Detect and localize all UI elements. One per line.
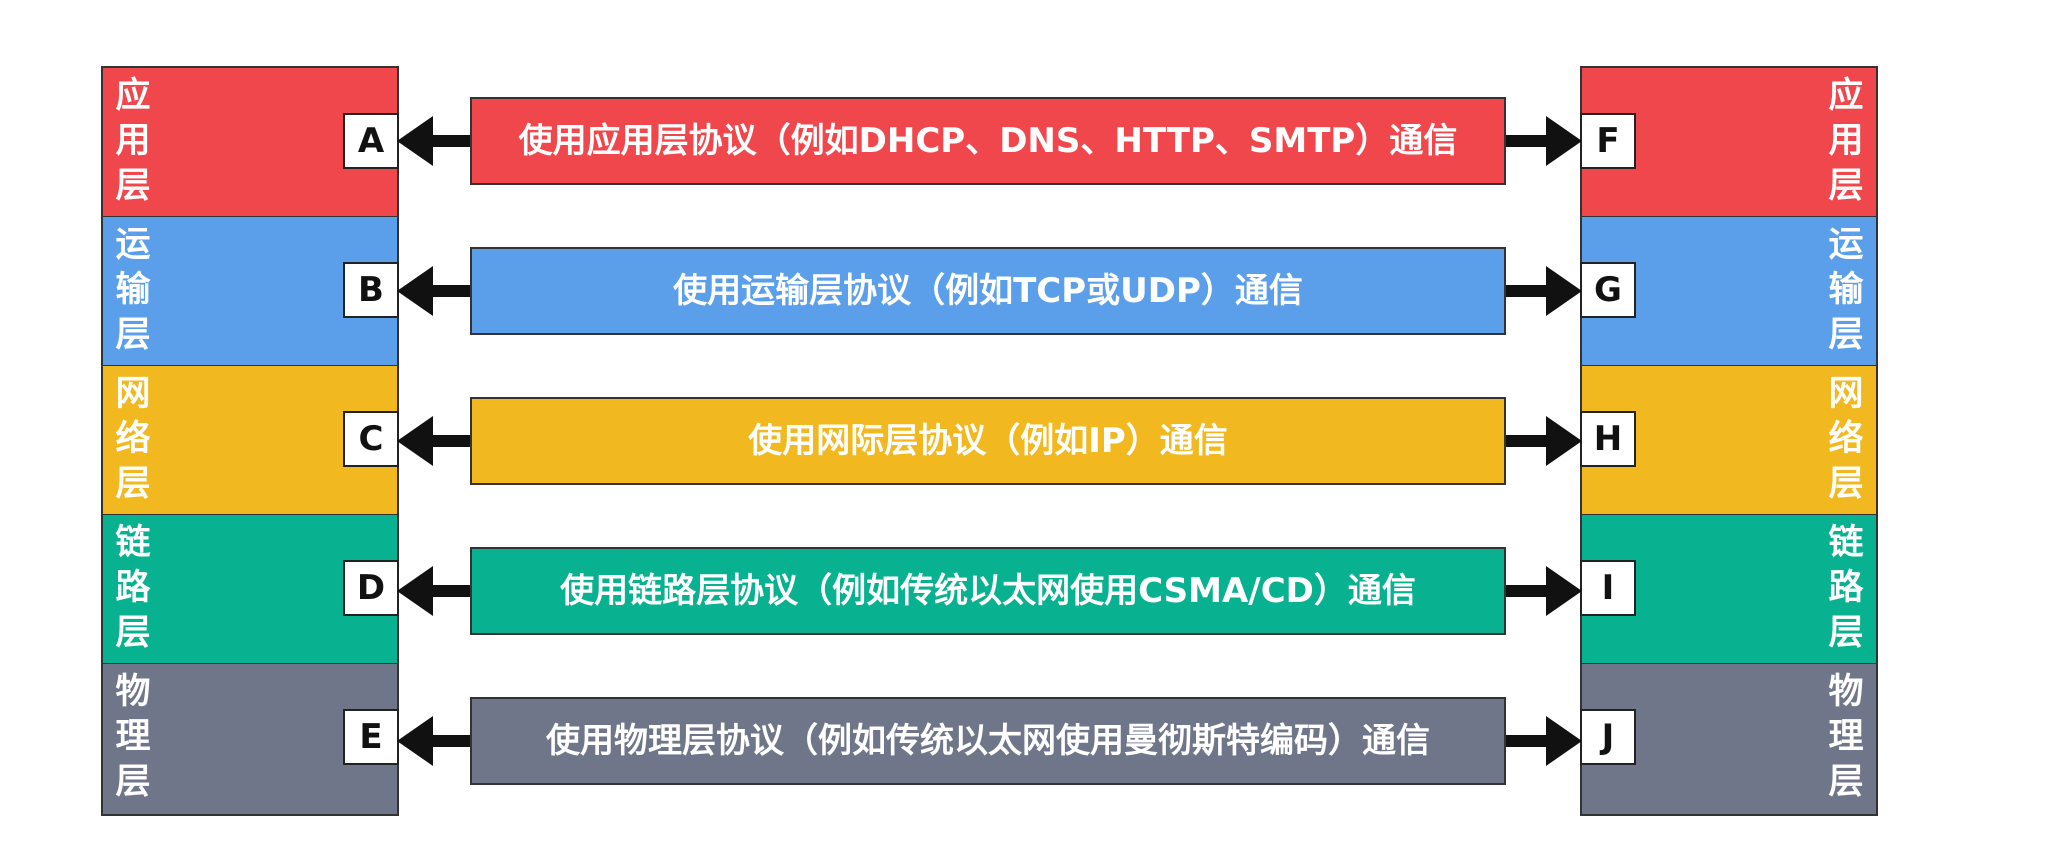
arrow-right-icon [1506, 566, 1582, 616]
right-layer-name: 应用层 [1828, 76, 1864, 206]
right-link-layer: 链路层 I [1580, 515, 1876, 664]
arrow-left-icon [397, 116, 470, 166]
right-layer-stack: 应用层 F 运输层 G 网络层 H 链路层 I 物理层 J [1580, 66, 1878, 816]
arrow-left-icon [397, 416, 470, 466]
left-layer-name: 网络层 [115, 374, 151, 504]
letter-box-f: F [1580, 113, 1636, 169]
right-layer-name: 物理层 [1828, 672, 1864, 802]
right-physical-layer: 物理层 J [1580, 664, 1876, 814]
letter-box-e: E [343, 709, 399, 765]
letter-box-d: D [343, 560, 399, 616]
left-layer-name: 链路层 [115, 523, 151, 653]
left-physical-layer: 物理层 E [103, 664, 399, 814]
left-layer-name: 物理层 [115, 672, 151, 802]
link-protocol-bar: 使用链路层协议（例如传统以太网使用CSMA/CD）通信 [470, 547, 1506, 635]
left-application-layer: 应用层 A [103, 68, 399, 217]
left-transport-layer: 运输层 B [103, 217, 399, 366]
arrow-left-icon [397, 566, 470, 616]
left-link-layer: 链路层 D [103, 515, 399, 664]
right-network-layer: 网络层 H [1580, 366, 1876, 515]
letter-box-j: J [1580, 709, 1636, 765]
letter-box-c: C [343, 411, 399, 467]
right-layer-name: 链路层 [1828, 523, 1864, 653]
right-application-layer: 应用层 F [1580, 68, 1876, 217]
application-protocol-bar: 使用应用层协议（例如DHCP、DNS、HTTP、SMTP）通信 [470, 97, 1506, 185]
arrow-right-icon [1506, 416, 1582, 466]
letter-box-h: H [1580, 411, 1636, 467]
letter-box-g: G [1580, 262, 1636, 318]
letter-box-b: B [343, 262, 399, 318]
arrow-right-icon [1506, 116, 1582, 166]
transport-protocol-bar: 使用运输层协议（例如TCP或UDP）通信 [470, 247, 1506, 335]
left-layer-name: 应用层 [115, 76, 151, 206]
right-layer-name: 运输层 [1828, 225, 1864, 355]
left-layer-stack: 应用层 A 运输层 B 网络层 C 链路层 D 物理层 E [101, 66, 399, 816]
network-protocol-bar: 使用网际层协议（例如IP）通信 [470, 397, 1506, 485]
left-layer-name: 运输层 [115, 225, 151, 355]
arrow-left-icon [397, 716, 470, 766]
arrow-right-icon [1506, 716, 1582, 766]
protocol-layer-diagram: 应用层 A 运输层 B 网络层 C 链路层 D 物理层 E 应用层 F 运输层 … [0, 0, 2046, 858]
arrow-left-icon [397, 266, 470, 316]
right-layer-name: 网络层 [1828, 374, 1864, 504]
right-transport-layer: 运输层 G [1580, 217, 1876, 366]
arrow-right-icon [1506, 266, 1582, 316]
left-network-layer: 网络层 C [103, 366, 399, 515]
letter-box-a: A [343, 113, 399, 169]
letter-box-i: I [1580, 560, 1636, 616]
physical-protocol-bar: 使用物理层协议（例如传统以太网使用曼彻斯特编码）通信 [470, 697, 1506, 785]
